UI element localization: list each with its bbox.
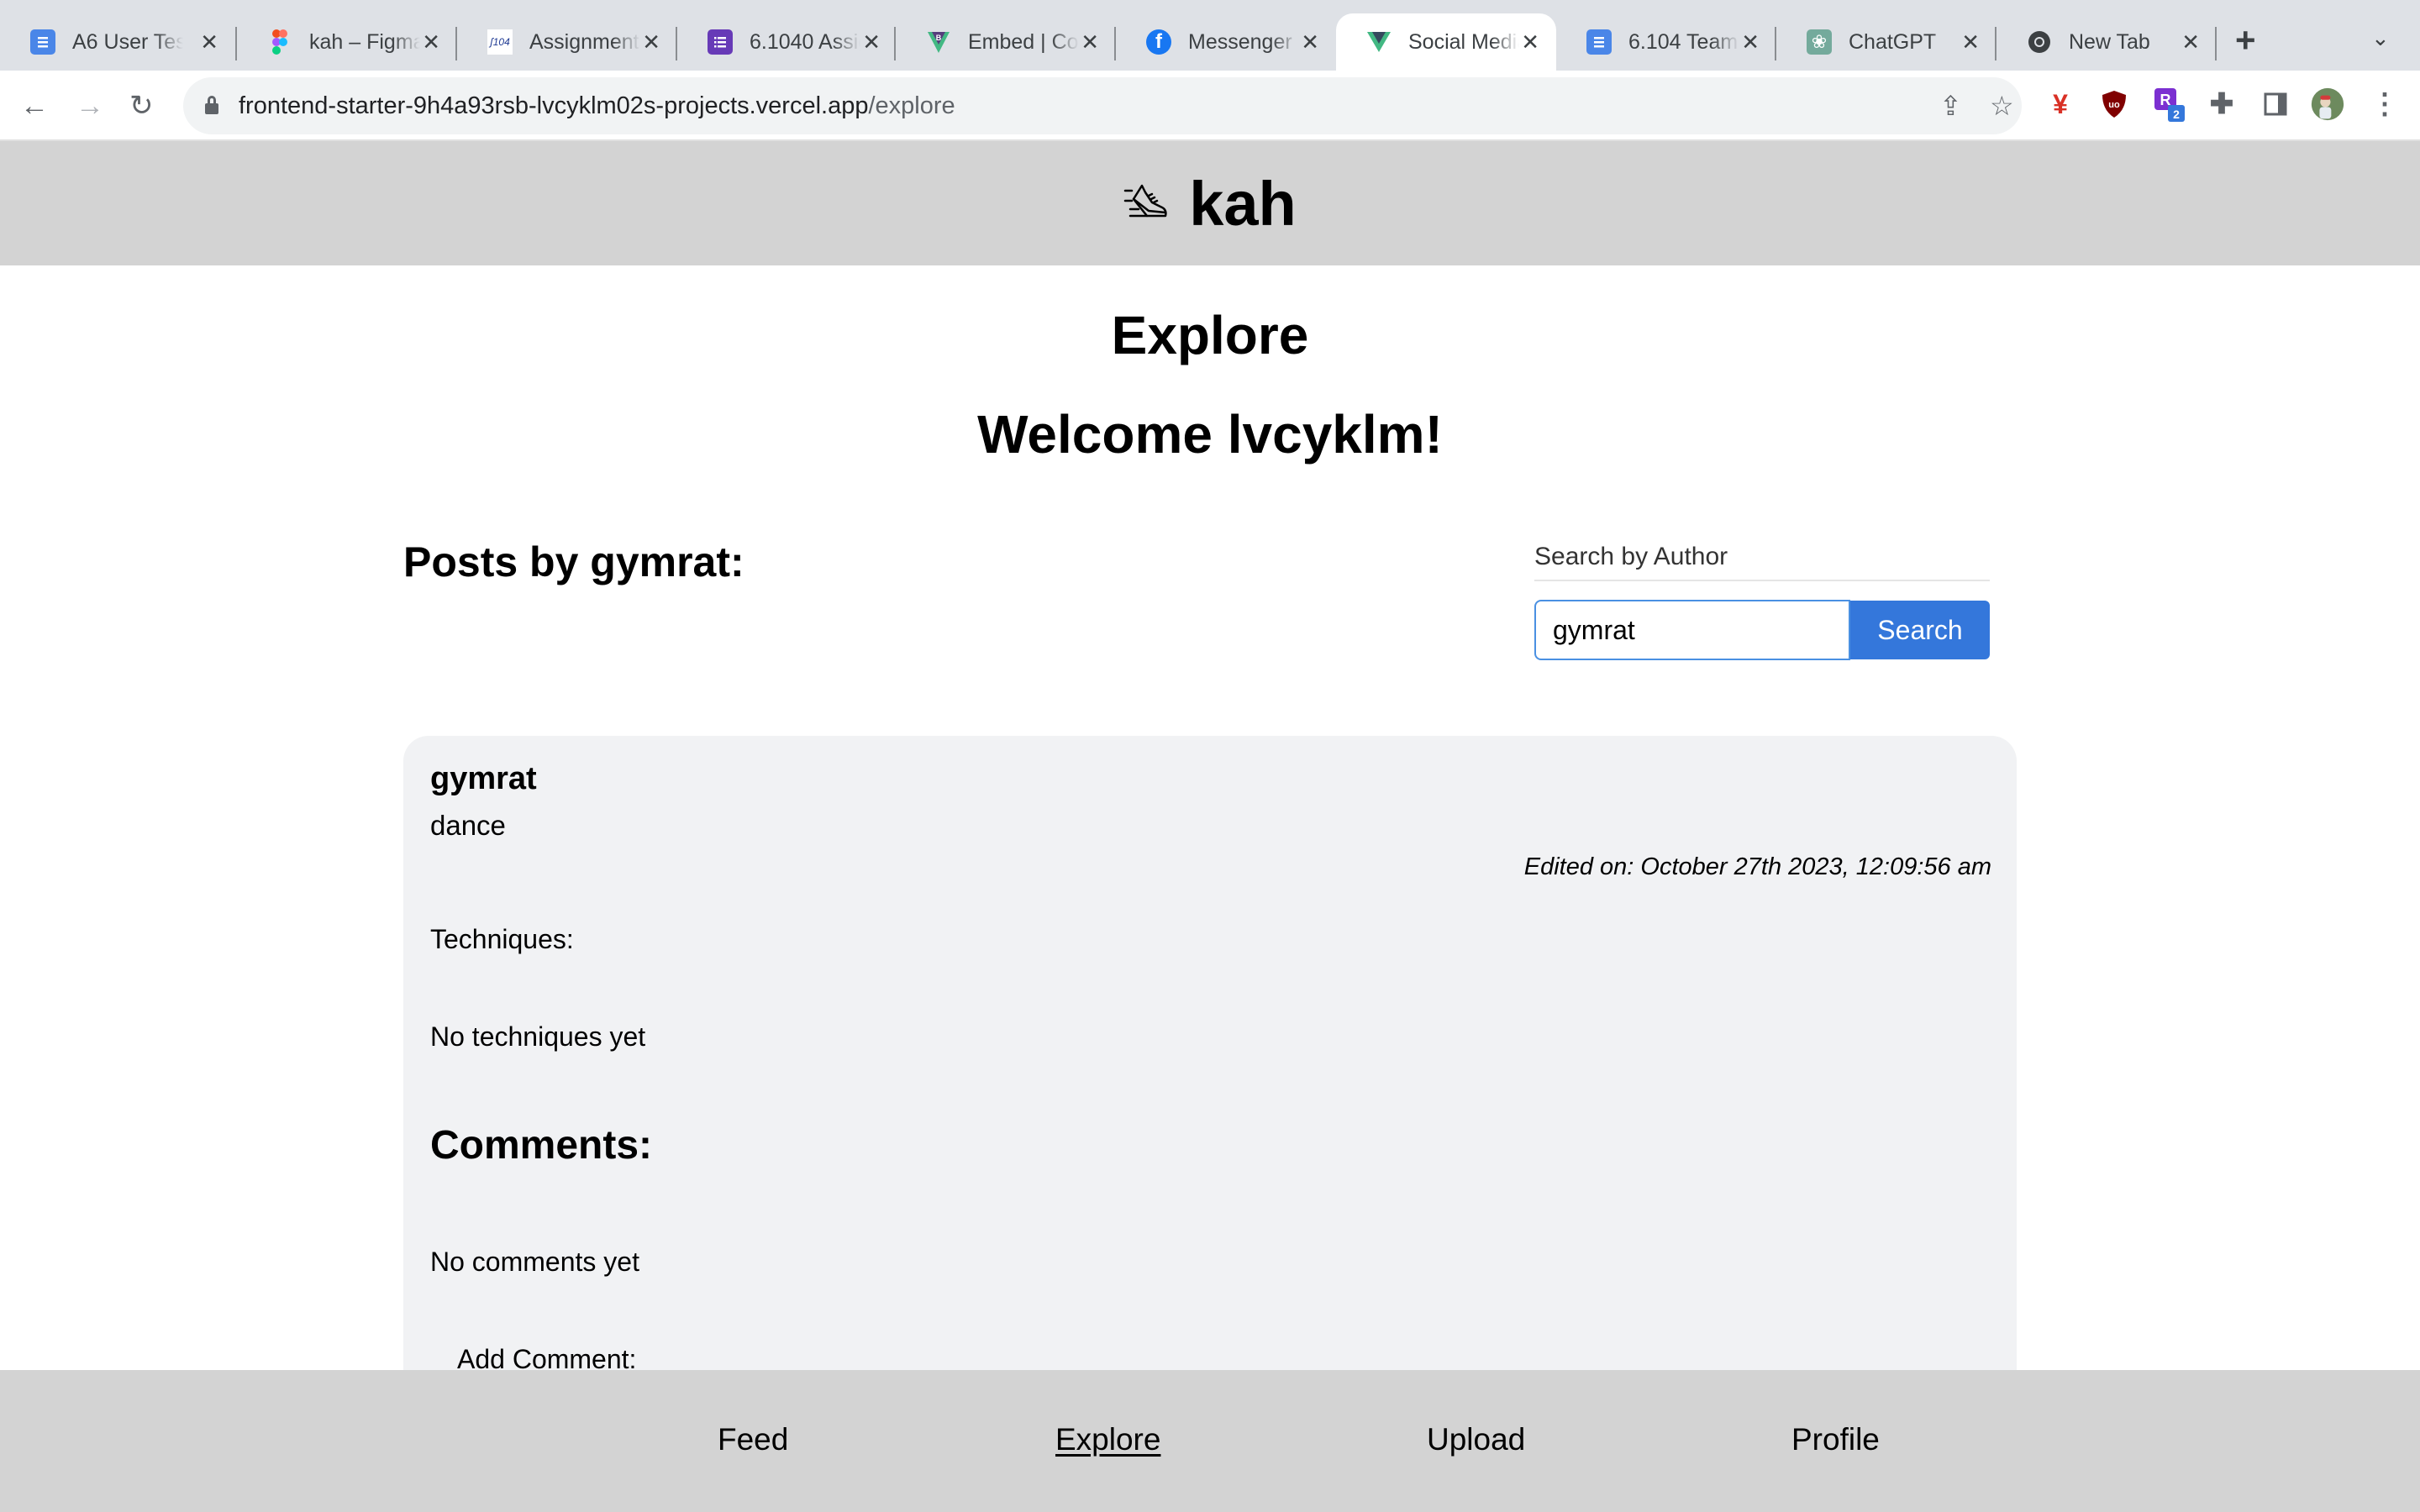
search-divider: [1534, 580, 1990, 581]
lock-icon[interactable]: [205, 96, 218, 114]
post-content: dance: [430, 810, 506, 841]
bottom-nav: Feed Explore Upload Profile: [0, 1370, 2420, 1512]
more-options-kebab-icon[interactable]: ⋮: [2368, 87, 2402, 121]
tab-chatgpt[interactable]: ❀ ChatGPT ✕: [1776, 13, 1996, 71]
6-1040-icon: ʃ104: [487, 29, 513, 55]
close-tab-icon[interactable]: ✕: [2181, 29, 2200, 55]
search-button[interactable]: Search: [1850, 601, 1990, 659]
nav-upload[interactable]: Upload: [1427, 1422, 1525, 1457]
svg-text:uo: uo: [2108, 100, 2120, 110]
post-author[interactable]: gymrat: [430, 761, 537, 797]
tab-kah-figma[interactable]: kah – Figma ✕: [237, 13, 457, 71]
reload-icon[interactable]: ↻: [129, 89, 154, 123]
nav-explore[interactable]: Explore: [1055, 1422, 1160, 1457]
tab-title: 6.104 Team: [1628, 29, 1739, 54]
search-label: Search by Author: [1534, 543, 1728, 570]
svg-text:B: B: [936, 34, 942, 42]
tab-title: kah – Figma: [309, 29, 420, 54]
tab-6-104-team[interactable]: 6.104 Team ✕: [1556, 13, 1776, 71]
welcome-heading: Welcome lvcyklm!: [977, 404, 1443, 465]
tab-embed-components[interactable]: B Embed | Components ✕: [896, 13, 1116, 71]
extension-badge: 2: [2173, 108, 2180, 121]
share-icon[interactable]: ⇪: [1939, 91, 1962, 121]
posts-heading: Posts by gymrat:: [403, 538, 744, 585]
extensions-puzzle-icon[interactable]: ✚: [2205, 87, 2238, 121]
bookmark-star-icon[interactable]: ☆: [1990, 91, 2014, 121]
close-tab-icon[interactable]: ✕: [1081, 29, 1099, 55]
comments-heading: Comments:: [430, 1123, 653, 1168]
tab-assignments[interactable]: ʃ104 Assignments ✕: [457, 13, 677, 71]
tab-title: 6.1040 Assignments: [750, 29, 860, 54]
tab-social-media-app[interactable]: Social Media App ✕: [1336, 13, 1556, 71]
tab-divider: [2215, 27, 2217, 60]
close-tab-icon[interactable]: ✕: [1521, 29, 1539, 55]
running-shoe-icon: [1123, 184, 1167, 218]
address-bar[interactable]: frontend-starter-9h4a93rsb-lvcyklm02s-pr…: [183, 77, 2022, 134]
ublock-origin-icon[interactable]: uo: [2097, 87, 2131, 121]
url-text[interactable]: frontend-starter-9h4a93rsb-lvcyklm02s-pr…: [239, 92, 955, 120]
yomichan-icon[interactable]: ¥: [2044, 87, 2077, 121]
figma-icon: [267, 29, 292, 55]
search-by-author-form: Search by Author Search: [1534, 541, 1990, 660]
app-header: kah: [0, 141, 2420, 265]
brand[interactable]: kah: [1123, 168, 1297, 239]
page-title: Explore: [1111, 305, 1309, 365]
tab-title: A6 User Testing: [72, 29, 183, 54]
forward-arrow-icon[interactable]: →: [76, 89, 104, 123]
google-docs-icon: [1586, 29, 1612, 55]
tab-title: Embed | Components: [968, 29, 1079, 54]
author-search-input[interactable]: [1534, 600, 1850, 660]
chatgpt-icon: ❀: [1807, 29, 1832, 55]
browser-tab-strip: A6 User Testing ✕ kah – Figma ✕ ʃ104 Ass…: [0, 0, 2420, 71]
tab-search-chevron-down-icon[interactable]: ⌄: [2371, 25, 2390, 51]
profile-avatar[interactable]: [2311, 87, 2344, 121]
side-panel-icon[interactable]: [2259, 87, 2292, 121]
brand-name: kah: [1189, 168, 1297, 239]
close-tab-icon[interactable]: ✕: [200, 29, 218, 55]
post-edited-timestamp: Edited on: October 27th 2023, 12:09:56 a…: [1523, 853, 1991, 880]
tab-new-tab[interactable]: New Tab ✕: [1996, 13, 2217, 71]
vue-icon: [1366, 29, 1392, 55]
close-tab-icon[interactable]: ✕: [422, 29, 440, 55]
browser-toolbar: ← → ↻ frontend-starter-9h4a93rsb-lvcyklm…: [0, 71, 2420, 141]
tab-6-1040-assignments[interactable]: 6.1040 Assignments ✕: [677, 13, 897, 71]
comments-empty-state: No comments yet: [430, 1247, 639, 1277]
nav-feed[interactable]: Feed: [718, 1422, 788, 1457]
close-tab-icon[interactable]: ✕: [642, 29, 660, 55]
facebook-icon: f: [1146, 29, 1171, 55]
tab-title: Assignments: [529, 29, 640, 54]
tab-title: Social Media App: [1408, 29, 1519, 54]
close-tab-icon[interactable]: ✕: [1741, 29, 1760, 55]
back-arrow-icon[interactable]: ←: [20, 89, 49, 123]
nav-profile[interactable]: Profile: [1791, 1422, 1880, 1457]
new-tab-plus-icon[interactable]: +: [2235, 22, 2256, 59]
close-tab-icon[interactable]: ✕: [1961, 29, 1980, 55]
tab-a6-user-testing[interactable]: A6 User Testing ✕: [0, 13, 235, 71]
bootstrap-vue-icon: B: [926, 29, 951, 55]
techniques-label: Techniques:: [430, 924, 574, 954]
tab-messenger[interactable]: f Messenger ✕: [1116, 13, 1336, 71]
tab-title: New Tab: [2069, 29, 2150, 54]
google-forms-icon: [708, 29, 733, 55]
techniques-empty-state: No techniques yet: [430, 1021, 646, 1052]
google-docs-icon: [30, 29, 55, 55]
tab-title: ChatGPT: [1849, 29, 1937, 54]
r-extension-icon[interactable]: R2: [2153, 87, 2186, 122]
tab-title: Messenger: [1188, 29, 1292, 54]
close-tab-icon[interactable]: ✕: [862, 29, 881, 55]
chrome-icon: [2027, 29, 2052, 55]
close-tab-icon[interactable]: ✕: [1301, 29, 1319, 55]
